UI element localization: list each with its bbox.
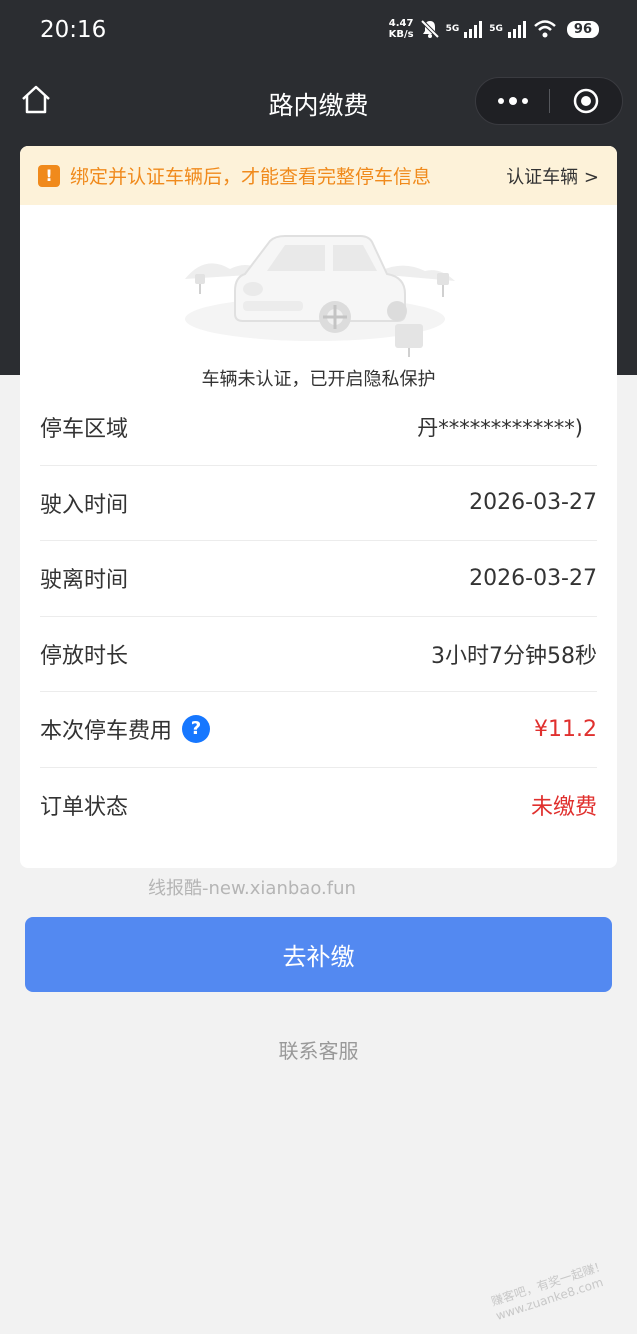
detail-label: 本次停车费用: [40, 719, 173, 745]
detail-label: 停车区域: [40, 417, 129, 443]
battery-indicator: 96: [566, 20, 599, 38]
detail-row-parking-zone: 停车区域 丹*************): [40, 390, 597, 466]
wifi-icon: [534, 20, 556, 38]
entry-time-value: 2026-03-27: [469, 490, 597, 516]
sim2-label: 5G: [489, 24, 503, 34]
detail-label: 驶离时间: [40, 568, 129, 594]
order-detail-list: 停车区域 丹*************) 驶入时间 2026-03-27 驶离时…: [20, 390, 617, 843]
detail-label: 驶入时间: [40, 492, 129, 518]
detail-label: 订单状态: [40, 795, 129, 821]
dot-icon: [521, 98, 528, 104]
detail-label: 停放时长: [40, 643, 129, 669]
verify-vehicle-link[interactable]: 认证车辆 >: [506, 163, 599, 189]
nav-bar: 路内缴费: [0, 62, 637, 142]
help-icon[interactable]: ?: [182, 715, 211, 744]
status-time: 20:16: [40, 17, 107, 43]
warning-icon: !: [38, 164, 60, 187]
contact-service-link[interactable]: 联系客服: [0, 1035, 637, 1064]
target-close-icon: [573, 88, 599, 114]
parking-zone-value: 丹*************): [417, 416, 583, 441]
detail-row-duration: 停放时长 3小时7分钟58秒: [40, 617, 597, 692]
more-button[interactable]: [476, 78, 549, 124]
order-status-value: 未缴费: [530, 795, 597, 821]
verify-notice-bar[interactable]: ! 绑定并认证车辆后，才能查看完整停车信息 认证车辆 >: [20, 146, 617, 205]
detail-row-entry-time: 驶入时间 2026-03-27: [40, 466, 597, 541]
corner-watermark: 赚客吧，有奖一起赚！www.zuanke8.com: [489, 1258, 608, 1323]
signal-icon: [507, 21, 526, 38]
status-icons: 4.47 KB/s 5G 5G 96: [389, 18, 599, 40]
duration-value: 3小时7分钟58秒: [431, 643, 597, 669]
network-speed: 4.47 KB/s: [388, 18, 414, 40]
close-mini-program-button[interactable]: [550, 78, 622, 124]
dot-icon: [497, 98, 504, 104]
detail-row-order-status: 订单状态 未缴费: [40, 768, 597, 844]
dot-icon: [508, 97, 517, 105]
notice-text: 绑定并认证车辆后，才能查看完整停车信息: [70, 166, 432, 188]
status-bar: 20:16 4.47 KB/s 5G 5G 96: [0, 0, 637, 62]
detail-row-exit-time: 驶离时间 2026-03-27: [40, 541, 597, 617]
sim1-label: 5G: [445, 24, 460, 34]
car-illustration: [185, 235, 455, 357]
fee-label-group: 本次停车费用 ?: [40, 713, 211, 745]
mini-program-capsule: [475, 77, 623, 125]
detail-row-fee: 本次停车费用 ? ¥11.2: [40, 692, 597, 768]
signal-icon: [464, 21, 483, 38]
privacy-status-text: 车辆未认证，已开启隐私保护: [201, 369, 436, 390]
watermark-text: 线报酷-new.xianbao.fun: [148, 878, 356, 899]
fee-value: ¥11.2: [534, 716, 597, 742]
pay-arrears-button[interactable]: 去补缴: [25, 917, 612, 992]
vehicle-illustration-area: 车辆未认证，已开启隐私保护: [20, 205, 617, 390]
exit-time-value: 2026-03-27: [469, 565, 597, 591]
bell-muted-icon: [420, 19, 440, 39]
parking-order-card: ! 绑定并认证车辆后，才能查看完整停车信息 认证车辆 > 车辆未认证，已开启隐私…: [20, 146, 617, 868]
